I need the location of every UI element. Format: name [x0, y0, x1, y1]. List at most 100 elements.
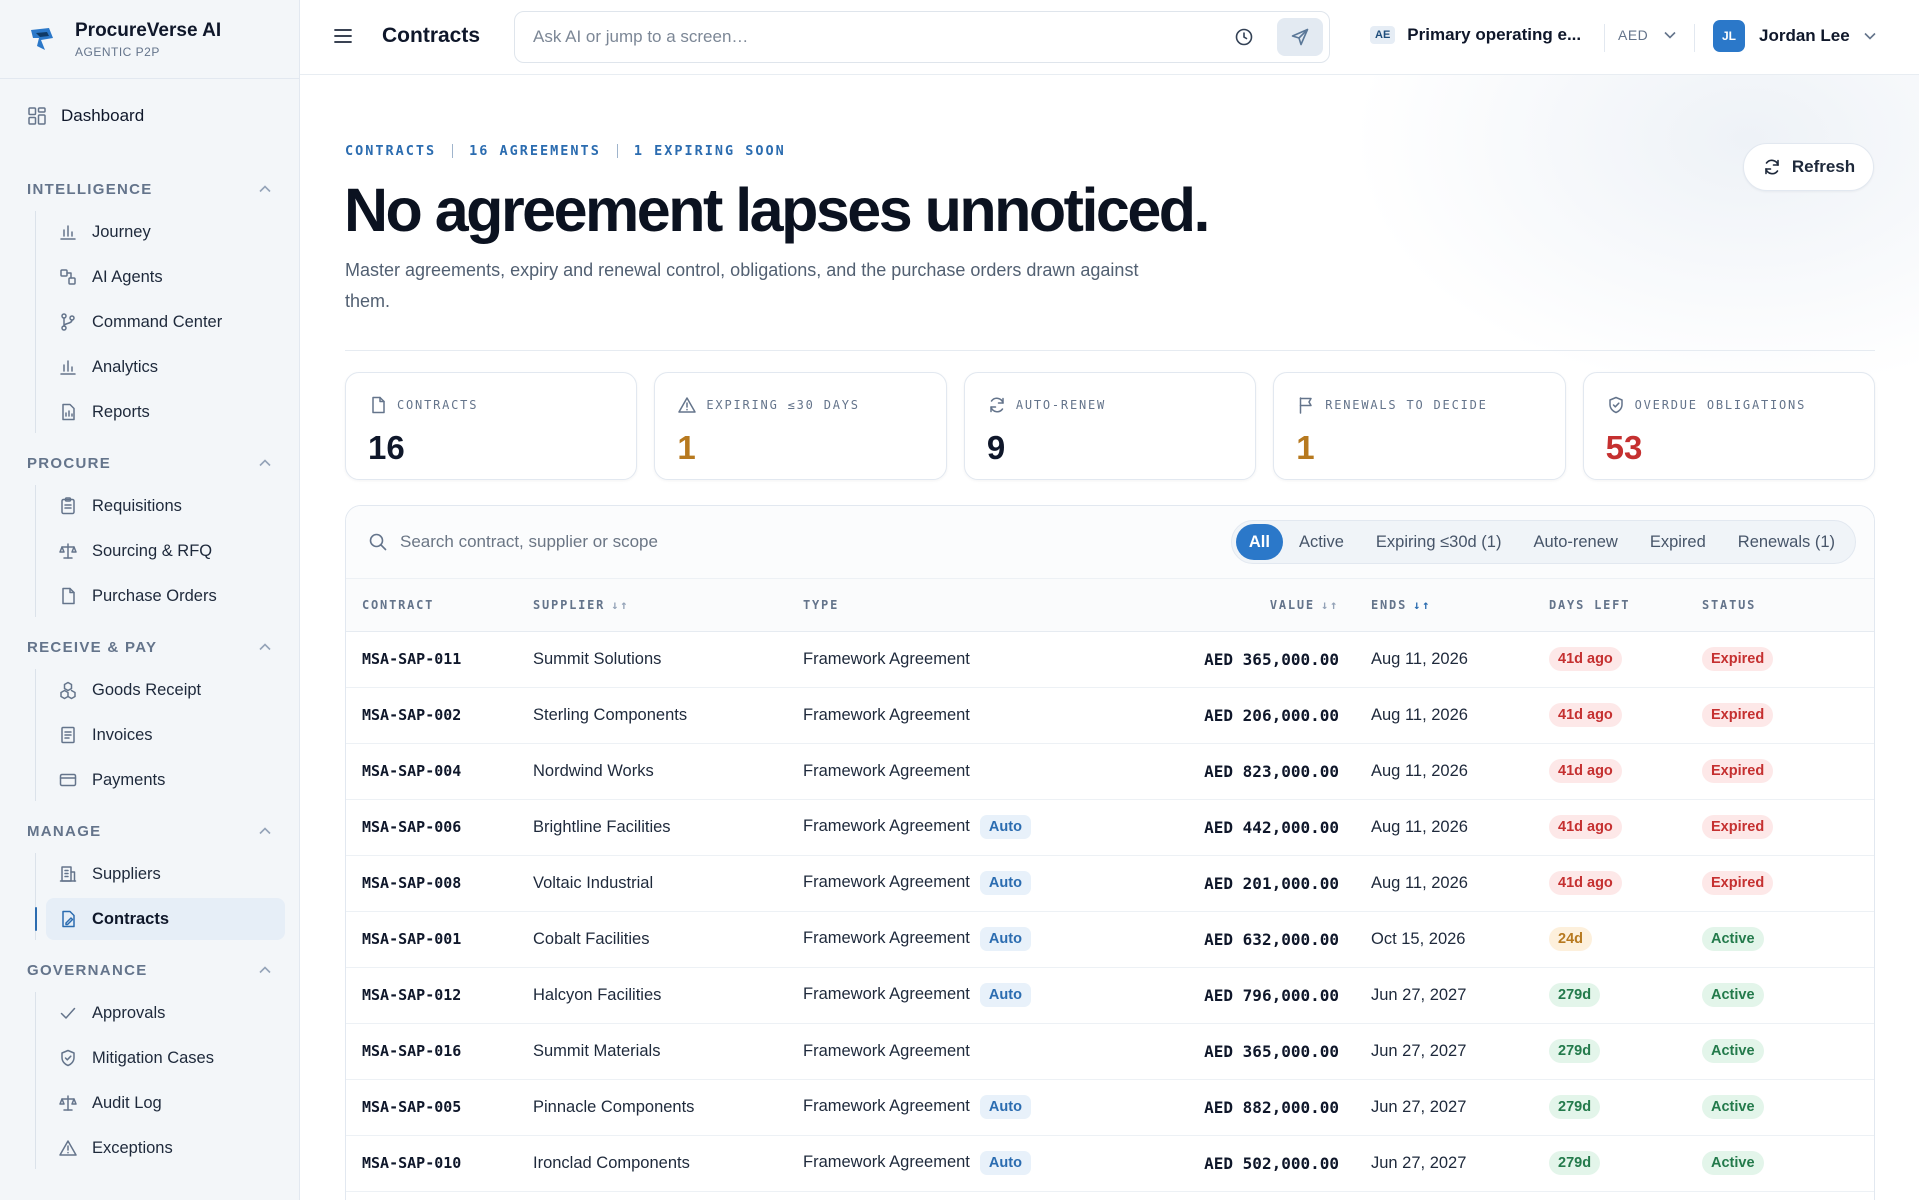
supplier-name: Summit Solutions [533, 631, 803, 688]
filter-all[interactable]: All [1235, 524, 1283, 560]
filter-active[interactable]: Active [1283, 524, 1360, 560]
days-left-badge: 41d ago [1549, 647, 1622, 671]
refresh-button[interactable]: Refresh [1743, 143, 1874, 191]
contract-value: AED 502,000.00 [1143, 1135, 1371, 1192]
table-row[interactable]: MSA-SAP-008 Voltaic Industrial Framework A… [346, 855, 1874, 912]
sidebar-item-audit-log[interactable]: Audit Log [46, 1082, 285, 1124]
contract-id[interactable]: MSA-SAP-016 [346, 1023, 533, 1080]
entity-selector[interactable]: AE Primary operating e... [1370, 25, 1581, 45]
sidebar-item-command-center[interactable]: Command Center [46, 301, 285, 343]
sidebar-item-label: Exceptions [92, 1138, 173, 1157]
column-header-supplier[interactable]: SUPPLIER ↓↑ [533, 579, 803, 632]
send-button[interactable] [1277, 18, 1323, 56]
filter-auto-renew[interactable]: Auto-renew [1517, 524, 1633, 560]
contract-type-cell: Framework Agreement [803, 687, 1143, 744]
column-header-ends[interactable]: ENDS ↓↑ [1371, 579, 1549, 632]
hero-description: Master agreements, expiry and renewal co… [345, 260, 1139, 311]
contract-id[interactable]: MSA-SAP-008 [346, 855, 533, 912]
section-header[interactable]: PROCURE [0, 451, 299, 475]
sidebar-item-goods-receipt[interactable]: Goods Receipt [46, 669, 285, 711]
table-row[interactable]: MSA-SAP-006 Brightline Facilities Framewor… [346, 799, 1874, 856]
filter-renewals-1[interactable]: Renewals (1) [1722, 524, 1851, 560]
kpi-card-renewals-to-decide[interactable]: RENEWALS TO DECIDE 1 [1273, 372, 1566, 480]
status-cell: Expired [1702, 631, 1874, 688]
ai-search-input[interactable] [533, 12, 1213, 62]
contract-id[interactable]: MSA-SAP-006 [346, 799, 533, 856]
contract-id[interactable]: MSA-SAP-011 [346, 631, 533, 688]
end-date: Jun 27, 2027 [1371, 1079, 1549, 1136]
status-cell: Expired [1702, 687, 1874, 744]
table-row[interactable]: MSA-SAP-005 Pinnacle Components Framework … [346, 1079, 1874, 1136]
refresh-icon [990, 397, 1004, 413]
brand[interactable]: ProcureVerse AI AGENTIC P2P [0, 0, 299, 79]
status-badge: Expired [1702, 703, 1774, 727]
section-header[interactable]: GOVERNANCE [0, 958, 299, 982]
main-content: CONTRACTS 16 AGREEMENTS 1 EXPIRING SOON … [300, 75, 1919, 1200]
table-row[interactable]: MSA-SAP-016 Summit Materials Framework Agr… [346, 1023, 1874, 1080]
menu-icon[interactable] [334, 28, 352, 44]
history-icon[interactable] [1233, 26, 1255, 48]
column-header-type: TYPE [803, 579, 1143, 632]
sidebar-item-reports[interactable]: Reports [46, 391, 285, 433]
currency-selector[interactable]: AED [1618, 27, 1676, 43]
sidebar-item-suppliers[interactable]: Suppliers [46, 853, 285, 895]
column-header-value[interactable]: VALUE ↓↑ [1143, 579, 1371, 632]
sidebar-item-payments[interactable]: Payments [46, 759, 285, 801]
sidebar-item-sourcing-rfq[interactable]: Sourcing & RFQ [46, 530, 285, 572]
section-header[interactable]: MANAGE [0, 819, 299, 843]
section-header[interactable]: RECEIVE & PAY [0, 635, 299, 659]
sidebar-item-contracts[interactable]: Contracts [35, 898, 285, 940]
contract-type: Framework Agreement [803, 705, 970, 724]
sidebar-item-invoices[interactable]: Invoices [46, 714, 285, 756]
kpi-card-contracts[interactable]: CONTRACTS 16 [345, 372, 638, 480]
refresh-label: Refresh [1791, 157, 1856, 176]
table-row[interactable]: MSA-SAP-012 Halcyon Facilities Framework A… [346, 967, 1874, 1024]
eyebrow: CONTRACTS 16 AGREEMENTS 1 EXPIRING SOON [345, 143, 786, 159]
sidebar-item-label: Audit Log [92, 1093, 162, 1112]
contract-type-cell: Framework Agreement [803, 631, 1143, 688]
sidebar-item-purchase-orders[interactable]: Purchase Orders [46, 575, 285, 617]
sidebar-item-mitigation-cases[interactable]: Mitigation Cases [46, 1037, 285, 1079]
contract-value: AED 365,000.00 [1143, 631, 1371, 688]
kpi-card-expiring-30-days[interactable]: EXPIRING ≤30 DAYS 1 [654, 372, 947, 480]
sidebar-item-label: Goods Receipt [92, 680, 202, 699]
days-left-cell: 41d ago [1549, 799, 1702, 856]
contract-id[interactable]: MSA-SAP-010 [346, 1135, 533, 1192]
divider [616, 144, 618, 158]
sidebar-item-exceptions[interactable]: Exceptions [46, 1127, 285, 1169]
table-row[interactable]: MSA-SAP-011 Summit Solutions Framework Agr… [346, 631, 1874, 688]
table-search [368, 532, 1168, 552]
sidebar-item-approvals[interactable]: Approvals [46, 992, 285, 1034]
section-items: Journey AI Agents Command Center Analytics R… [35, 211, 299, 433]
sidebar-item-journey[interactable]: Journey [46, 211, 285, 253]
days-left-badge: 41d ago [1549, 703, 1622, 727]
table-row[interactable]: MSA-SAP-004 Nordwind Works Framework Agree… [346, 743, 1874, 800]
contract-id[interactable]: MSA-SAP-004 [346, 743, 533, 800]
table-row[interactable]: MSA-SAP-010 Ironclad Components Framework … [346, 1135, 1874, 1192]
filter-expired[interactable]: Expired [1634, 524, 1722, 560]
sidebar-item-requisitions[interactable]: Requisitions [46, 485, 285, 527]
filter-expiring-30d-1[interactable]: Expiring ≤30d (1) [1360, 524, 1518, 560]
kpi-card-overdue-obligations[interactable]: OVERDUE OBLIGATIONS 53 [1582, 372, 1876, 480]
contract-id[interactable]: MSA-SAP-002 [346, 687, 533, 744]
contract-id[interactable]: MSA-SAP-012 [346, 967, 533, 1024]
table-row[interactable]: MSA-SAP-002 Sterling Components Framework … [346, 687, 1874, 744]
user-menu[interactable]: JL Jordan Lee [1713, 20, 1876, 52]
end-date: Aug 11, 2026 [1371, 799, 1549, 856]
sidebar-item-ai-agents[interactable]: AI Agents [46, 256, 285, 298]
days-left-badge: 41d ago [1549, 815, 1622, 839]
contract-type: Framework Agreement [803, 1097, 970, 1115]
contract-id[interactable]: MSA-SAP-001 [346, 911, 533, 968]
days-left-cell: 279d [1549, 1023, 1702, 1080]
kpi-card-auto-renew[interactable]: AUTO-RENEW 9 [963, 372, 1257, 480]
sidebar-item-dashboard[interactable]: Dashboard [10, 95, 289, 137]
shield-icon [1608, 396, 1623, 414]
table-row[interactable]: MSA-SAP-001 Cobalt Facilities Framework Ag… [346, 911, 1874, 968]
auto-renew-badge: Auto [979, 815, 1031, 839]
section-header[interactable]: INTELLIGENCE [0, 177, 299, 201]
days-left-cell: 41d ago [1549, 743, 1702, 800]
contract-search-input[interactable] [400, 532, 1050, 552]
contract-type-cell: Framework Agreement Auto [803, 855, 1143, 912]
contract-id[interactable]: MSA-SAP-005 [346, 1079, 533, 1136]
sidebar-item-analytics[interactable]: Analytics [46, 346, 285, 388]
